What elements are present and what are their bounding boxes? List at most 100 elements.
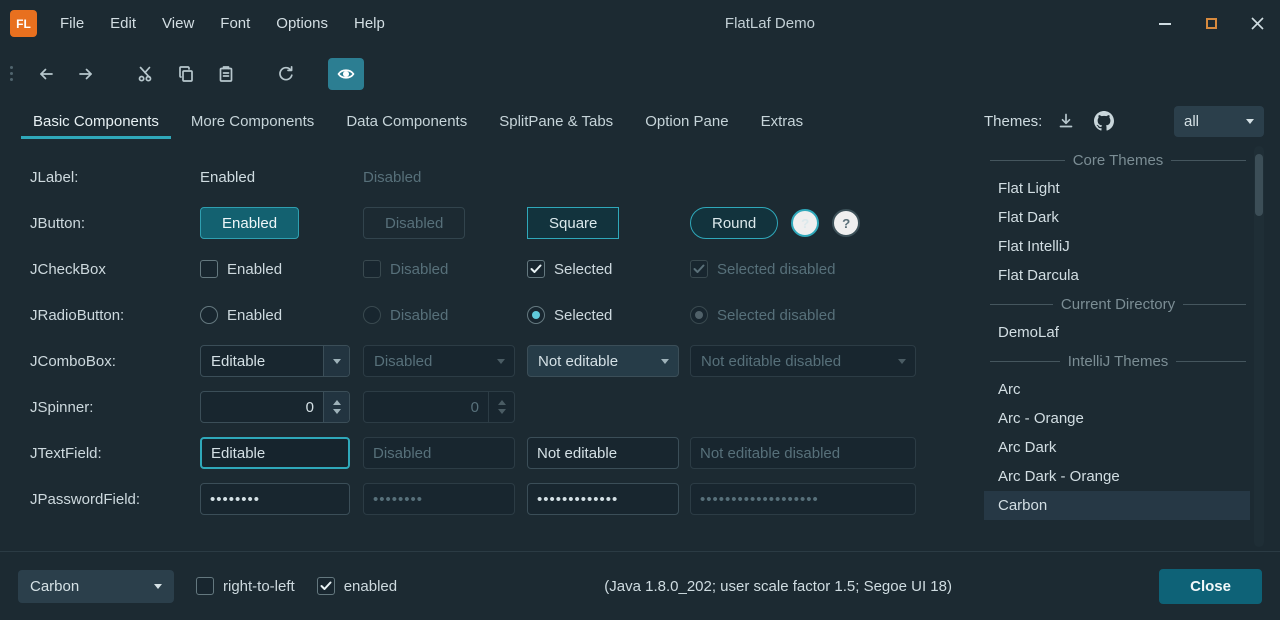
menu-options[interactable]: Options <box>263 0 341 47</box>
themes-header: Themes: all <box>984 100 1264 142</box>
combobox-editable[interactable]: Editable <box>200 345 350 377</box>
combobox-not-editable-disabled: Not editable disabled <box>690 345 916 377</box>
theme-item-arc-dark-orange[interactable]: Arc Dark - Orange <box>984 462 1250 491</box>
chevron-down-icon <box>889 346 915 376</box>
help-button[interactable]: ? <box>791 209 819 237</box>
themes-label: Themes: <box>984 113 1042 130</box>
checkbox-box <box>200 260 218 278</box>
copy-icon <box>177 65 195 83</box>
theme-item-flat-light[interactable]: Flat Light <box>984 174 1250 203</box>
refresh-icon <box>277 65 295 83</box>
spinner-input[interactable] <box>201 392 323 422</box>
tab-basic-components[interactable]: Basic Components <box>17 100 175 142</box>
scrollbar-thumb[interactable] <box>1255 154 1263 216</box>
theme-item-demolaf[interactable]: DemoLaf <box>984 318 1250 347</box>
spinner-enabled[interactable] <box>200 391 350 423</box>
textfield-editable[interactable] <box>200 437 350 469</box>
download-icon <box>1057 112 1075 130</box>
row-label-jpasswordfield: JPasswordField: <box>30 476 200 522</box>
menu-help[interactable]: Help <box>341 0 398 47</box>
right-to-left-checkbox[interactable]: right-to-left <box>196 577 295 595</box>
theme-item-arc-dark[interactable]: Arc Dark <box>984 433 1250 462</box>
toolbar-grip[interactable] <box>10 63 18 85</box>
menu-edit[interactable]: Edit <box>97 0 149 47</box>
radio-disabled: Disabled <box>363 306 448 324</box>
back-button[interactable] <box>28 58 64 90</box>
theme-list-separator-core: Core Themes <box>984 146 1250 174</box>
row-label-jspinner: JSpinner: <box>30 384 200 430</box>
eye-icon <box>336 65 356 83</box>
minimize-button[interactable] <box>1142 0 1188 47</box>
button-square[interactable]: Square <box>527 207 619 239</box>
menu-view[interactable]: View <box>149 0 207 47</box>
button-enabled[interactable]: Enabled <box>200 207 299 239</box>
checkbox-selected[interactable]: Selected <box>527 260 612 278</box>
help-button-disabled: ? <box>832 209 860 237</box>
laf-combobox[interactable]: Carbon <box>18 570 174 603</box>
jlabel-disabled: Disabled <box>363 169 421 186</box>
show-hints-button[interactable] <box>328 58 364 90</box>
theme-item-flat-dark[interactable]: Flat Dark <box>984 203 1250 232</box>
theme-item-arc[interactable]: Arc <box>984 375 1250 404</box>
tabbar: Basic Components More Components Data Co… <box>0 100 984 142</box>
row-label-jcombobox: JComboBox: <box>30 338 200 384</box>
radio-dot-icon <box>690 306 708 324</box>
textfield-disabled <box>363 437 515 469</box>
button-round[interactable]: Round <box>690 207 778 239</box>
close-button[interactable]: Close <box>1159 569 1262 604</box>
theme-item-arc-orange[interactable]: Arc - Orange <box>984 404 1250 433</box>
textfield-not-editable[interactable] <box>527 437 679 469</box>
github-button[interactable] <box>1090 107 1118 135</box>
tab-more-components[interactable]: More Components <box>175 100 330 142</box>
themes-filter-combobox[interactable]: all <box>1174 106 1264 137</box>
copy-button[interactable] <box>168 58 204 90</box>
theme-item-flat-darcula[interactable]: Flat Darcula <box>984 261 1250 290</box>
theme-item-carbon[interactable]: Carbon <box>984 491 1250 520</box>
runtime-info: (Java 1.8.0_202; user scale factor 1.5; … <box>604 578 952 595</box>
tab-data-components[interactable]: Data Components <box>330 100 483 142</box>
forward-button[interactable] <box>68 58 104 90</box>
github-icon <box>1094 111 1114 131</box>
theme-item-flat-intellij[interactable]: Flat IntelliJ <box>984 232 1250 261</box>
enabled-checkbox[interactable]: enabled <box>317 577 397 595</box>
menu-font[interactable]: Font <box>207 0 263 47</box>
back-icon <box>37 65 55 83</box>
tab-splitpane-tabs[interactable]: SplitPane & Tabs <box>483 100 629 142</box>
passwordfield-editable[interactable] <box>200 483 350 515</box>
paste-button[interactable] <box>208 58 244 90</box>
close-window-button[interactable] <box>1234 0 1280 47</box>
body-area: Basic Components More Components Data Co… <box>0 100 1280 551</box>
tab-extras[interactable]: Extras <box>745 100 820 142</box>
chevron-down-icon <box>154 584 162 589</box>
tab-option-pane[interactable]: Option Pane <box>629 100 744 142</box>
download-themes-button[interactable] <box>1052 107 1080 135</box>
components-grid: JLabel: Enabled Disabled JButton: Enable… <box>0 142 984 522</box>
combobox-not-editable[interactable]: Not editable <box>527 345 679 377</box>
spinner-down-icon <box>498 409 506 414</box>
checkbox-enabled[interactable]: Enabled <box>200 260 282 278</box>
menu-file[interactable]: File <box>47 0 97 47</box>
chevron-down-icon[interactable] <box>652 346 678 376</box>
app-logo: FL <box>10 10 37 37</box>
statusbar: Carbon right-to-left enabled (Java 1.8.0… <box>0 551 1280 620</box>
toolbar <box>0 47 1280 100</box>
theme-list-separator-current-directory: Current Directory <box>984 290 1250 318</box>
chevron-down-icon[interactable] <box>323 346 349 376</box>
textfield-not-editable-disabled <box>690 437 916 469</box>
spinner-up-icon <box>498 400 506 405</box>
radio-enabled[interactable]: Enabled <box>200 306 282 324</box>
refresh-button[interactable] <box>268 58 304 90</box>
cut-button[interactable] <box>128 58 164 90</box>
theme-list-separator-intellij: IntelliJ Themes <box>984 347 1250 375</box>
theme-list-scrollbar[interactable] <box>1254 146 1264 547</box>
spinner-disabled <box>363 391 515 423</box>
maximize-icon <box>1206 18 1217 29</box>
row-label-jradiobutton: JRadioButton: <box>30 292 200 338</box>
scissors-icon <box>137 65 155 83</box>
radio-selected[interactable]: Selected <box>527 306 612 324</box>
window-title: FlatLaf Demo <box>398 15 1142 32</box>
spinner-buttons[interactable] <box>323 392 349 422</box>
passwordfield-disabled <box>363 483 515 515</box>
maximize-button[interactable] <box>1188 0 1234 47</box>
passwordfield-not-editable[interactable] <box>527 483 679 515</box>
